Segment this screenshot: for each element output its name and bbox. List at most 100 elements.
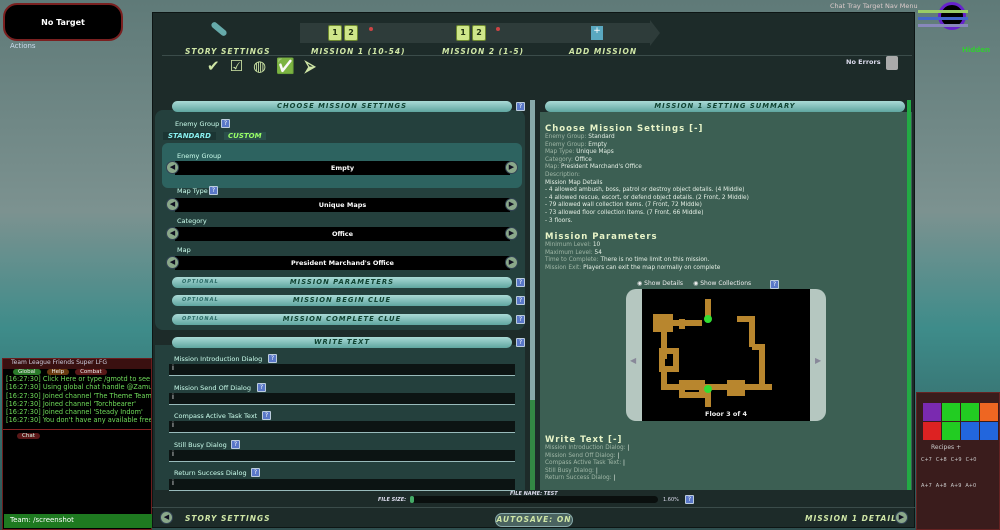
show-collections-radio[interactable]: ◉ Show Collections — [693, 280, 751, 287]
choose-mission-settings-header[interactable]: CHOOSE MISSION SETTINGS — [172, 101, 512, 112]
optional-label: OPTIONAL — [182, 279, 219, 285]
field-label: Return Success Dialog — [174, 469, 247, 477]
power-slot[interactable] — [961, 403, 979, 421]
mission-complete-clue-header[interactable]: OPTIONAL MISSION COMPLETE CLUE — [172, 314, 512, 325]
map-type-select[interactable]: Unique Maps — [175, 198, 510, 212]
summary-setting: Enemy Group: Standard — [545, 134, 615, 140]
write-text-header[interactable]: WRITE TEXT — [172, 337, 512, 348]
chat-tab-chat[interactable]: Chat — [17, 432, 40, 439]
help-icon[interactable]: ? — [516, 338, 525, 347]
help-icon[interactable]: ? — [268, 354, 277, 363]
help-icon[interactable]: ? — [516, 315, 525, 324]
mission1-part1-button[interactable]: 1 — [328, 25, 342, 41]
next-arrow-icon[interactable]: ▶ — [505, 227, 518, 240]
target-label: No Target — [41, 17, 85, 27]
checkmark-icon[interactable]: ✔ — [207, 57, 220, 75]
floor-indicator: Floor 3 of 4 — [705, 410, 747, 418]
chat-channel: Team: — [10, 516, 31, 524]
settings-heading[interactable]: Choose Mission Settings [-] — [545, 124, 905, 134]
exit-icon[interactable]: ⮚ — [305, 57, 316, 75]
summary-header: MISSION 1 SETTING SUMMARY — [545, 101, 905, 112]
map-label: Map — [177, 246, 191, 254]
params-heading[interactable]: Mission Parameters — [545, 232, 905, 242]
mission-intro-dialog-input[interactable]: i — [169, 364, 515, 376]
tray-slot[interactable]: C+0 — [966, 457, 977, 463]
power-slot[interactable] — [942, 403, 960, 421]
prev-arrow-icon[interactable]: ◀ — [166, 198, 179, 211]
story-settings-back-button[interactable]: STORY SETTINGS — [185, 514, 271, 523]
speech-bubble-icon[interactable] — [886, 56, 898, 70]
power-slot[interactable] — [980, 403, 998, 421]
mission-send-off-input[interactable]: i — [169, 393, 515, 405]
power-slot[interactable] — [923, 422, 941, 440]
tray-slot[interactable]: C+7 — [921, 457, 932, 463]
mission2-part1-button[interactable]: 1 — [456, 25, 470, 41]
summary-param: Mission Exit: Players can exit the map n… — [545, 264, 721, 271]
mission-parameters-header[interactable]: OPTIONAL MISSION PARAMETERS — [172, 277, 512, 288]
tray-slot[interactable]: A+9 — [951, 483, 962, 489]
chat-tabs-bar[interactable]: Team League Friends Super LFG — [3, 359, 151, 369]
next-arrow-icon[interactable]: ▶ — [895, 511, 908, 524]
back-arrow-icon[interactable]: ◀ — [160, 511, 173, 524]
help-icon[interactable]: ? — [516, 278, 525, 287]
nav-menu-bar[interactable]: Chat Tray Target Nav Menu — [830, 2, 918, 10]
map-marker — [704, 385, 712, 393]
power-slot[interactable] — [980, 422, 998, 440]
chat-input[interactable]: Team: /screenshot — [4, 514, 152, 528]
add-mission-icon[interactable]: + — [591, 26, 603, 40]
prev-arrow-icon[interactable]: ◀ — [166, 161, 179, 174]
return-success-input[interactable]: i — [169, 479, 515, 491]
map-prev-icon[interactable]: ◀ — [630, 356, 636, 365]
show-details-radio[interactable]: ◉ Show Details — [637, 280, 683, 287]
help-icon[interactable]: ? — [209, 186, 218, 195]
next-arrow-icon[interactable]: ▶ — [505, 256, 518, 269]
mission1-part2-button[interactable]: 2 — [344, 25, 358, 41]
help-icon[interactable]: ? — [770, 280, 779, 289]
double-check-icon[interactable]: ✅ — [276, 57, 295, 75]
power-slot[interactable] — [961, 422, 979, 440]
tray-slot[interactable]: A+7 — [921, 483, 932, 489]
compass-task-input[interactable]: i — [169, 421, 515, 433]
summary-setting: Map: President Marchand's Office — [545, 164, 642, 171]
mission2-part2-button[interactable]: 2 — [472, 25, 486, 41]
recipes-label[interactable]: Recipes + — [931, 444, 999, 451]
power-slot[interactable] — [923, 403, 941, 421]
enemy-group-select[interactable]: Empty — [175, 161, 510, 175]
help-icon[interactable]: ? — [516, 296, 525, 305]
help-icon[interactable]: ? — [251, 468, 260, 477]
help-icon[interactable]: ? — [257, 383, 266, 392]
endurance-bar — [918, 17, 968, 20]
next-arrow-icon[interactable]: ▶ — [505, 161, 518, 174]
help-icon[interactable]: ? — [231, 440, 240, 449]
help-icon[interactable]: ? — [516, 102, 525, 111]
help-icon[interactable]: ? — [685, 495, 694, 504]
write-heading[interactable]: Write Text [-] — [545, 435, 905, 445]
field-label: Still Busy Dialog — [174, 441, 227, 449]
checkbox-checked-icon[interactable]: ☑ — [230, 57, 243, 75]
prev-arrow-icon[interactable]: ◀ — [166, 256, 179, 269]
category-select[interactable]: Office — [175, 227, 510, 241]
map-select[interactable]: President Marchand's Office — [175, 256, 510, 270]
tray-slot[interactable]: A+8 — [936, 483, 947, 489]
tray-slot[interactable]: C+8 — [936, 457, 947, 463]
still-busy-input[interactable]: i — [169, 450, 515, 462]
power-slot[interactable] — [942, 422, 960, 440]
prev-arrow-icon[interactable]: ◀ — [166, 227, 179, 240]
right-scrollbar[interactable] — [907, 100, 911, 490]
autosave-toggle[interactable]: AUTOSAVE: ON — [495, 513, 573, 527]
map-next-icon[interactable]: ▶ — [815, 356, 821, 365]
help-icon[interactable]: ? — [221, 119, 230, 128]
help-icon[interactable]: ? — [262, 411, 271, 420]
tab-standard[interactable]: STANDARD — [163, 132, 216, 140]
map-detail-line: - 3 floors. — [545, 217, 573, 224]
next-arrow-icon[interactable]: ▶ — [505, 198, 518, 211]
tray-slot[interactable]: C+9 — [951, 457, 962, 463]
left-scrollbar[interactable] — [530, 100, 535, 490]
mission-begin-clue-header[interactable]: OPTIONAL MISSION BEGIN CLUE — [172, 295, 512, 306]
mission-1-details-button[interactable]: MISSION 1 DETAILS — [805, 514, 903, 523]
tab-custom[interactable]: CUSTOM — [224, 132, 266, 140]
chat-line: [16:27:30] Using global chat handle @Zam… — [6, 383, 151, 392]
crosshair-icon[interactable]: ◍ — [253, 57, 266, 75]
tray-slot[interactable]: A+0 — [965, 483, 976, 489]
write-summary-item: Still Busy Dialog: | — [545, 467, 598, 474]
